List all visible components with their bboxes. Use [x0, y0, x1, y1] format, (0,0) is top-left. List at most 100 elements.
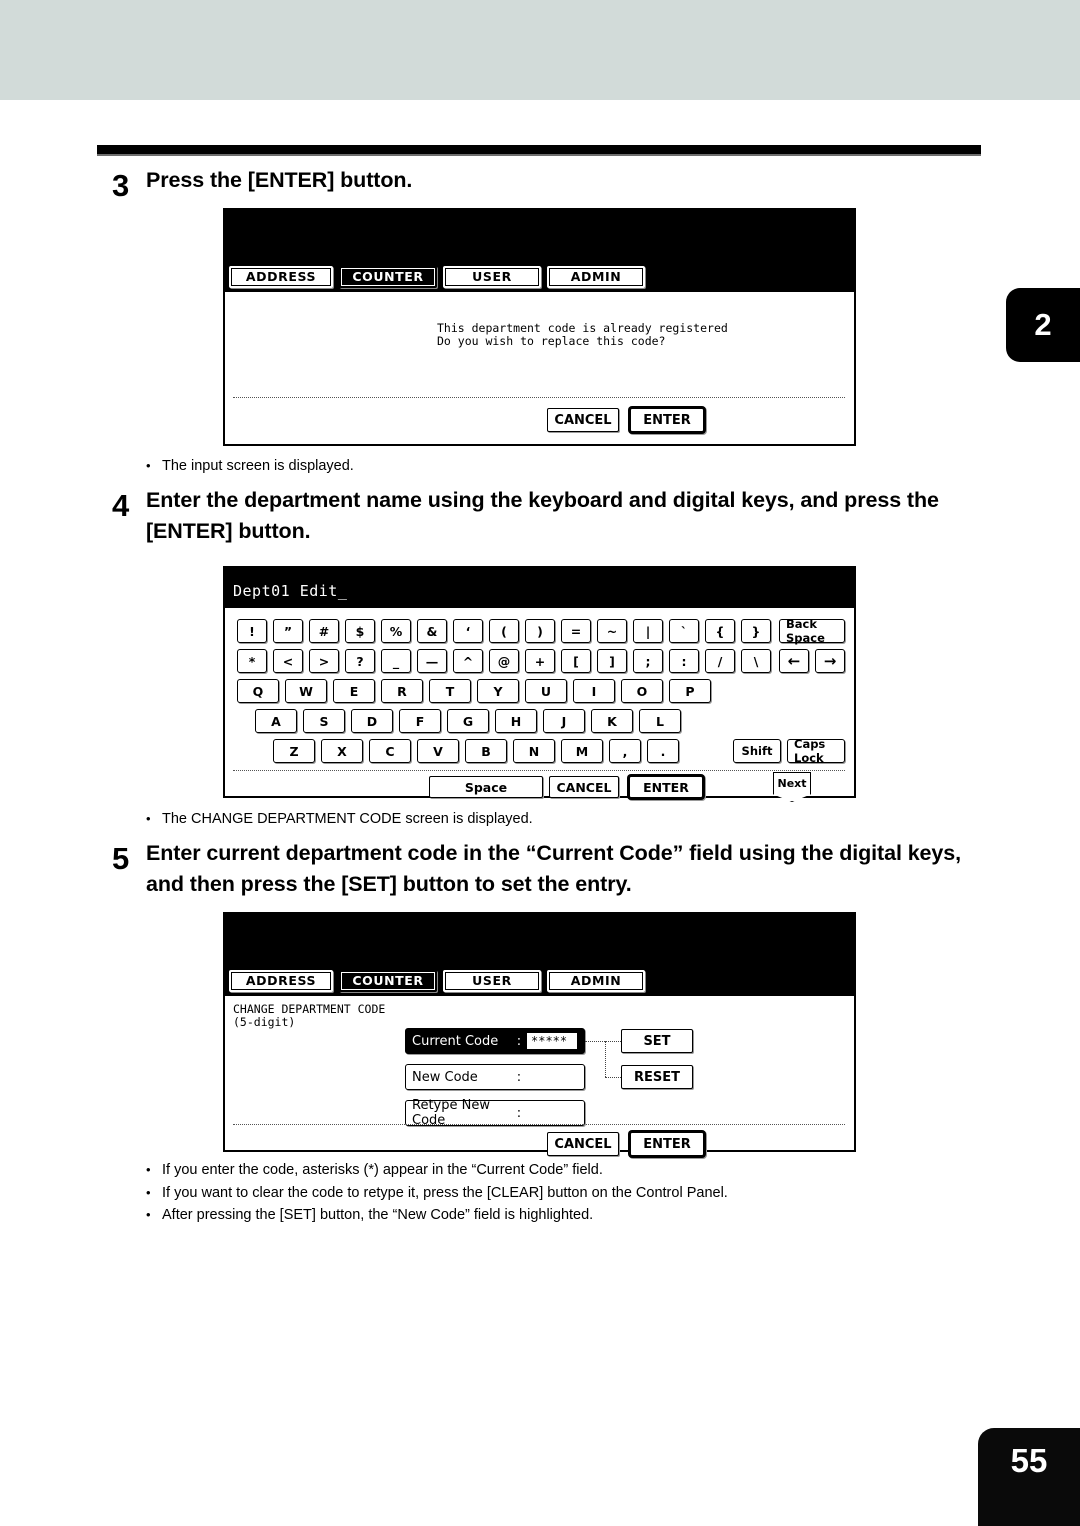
note-after-step-4-text: The CHANGE DEPARTMENT CODE screen is dis… [162, 811, 533, 827]
key-m[interactable]: M [561, 739, 603, 763]
screen-change-code-body: ADDRESS COUNTER USER ADMIN CHANGE DEPART… [225, 970, 854, 1156]
key-h[interactable]: H [495, 709, 537, 733]
key-pipe[interactable]: | [633, 619, 663, 643]
key-space[interactable]: Space [429, 776, 543, 798]
keyboard-enter-button[interactable]: ENTER [629, 776, 703, 798]
key-v[interactable]: V [417, 739, 459, 763]
key-x[interactable]: X [321, 739, 363, 763]
key-b[interactable]: B [465, 739, 507, 763]
key-e[interactable]: E [333, 679, 375, 703]
key-t[interactable]: T [429, 679, 471, 703]
key-w[interactable]: W [285, 679, 327, 703]
change-code-cancel-button[interactable]: CANCEL [547, 1132, 619, 1156]
key-r[interactable]: R [381, 679, 423, 703]
tab-counter[interactable]: COUNTER [339, 970, 437, 992]
confirm-cancel-button[interactable]: CANCEL [547, 408, 619, 432]
key-apostrophe[interactable]: ‘ [453, 619, 483, 643]
key-bracket-close[interactable]: ] [597, 649, 627, 673]
key-shift[interactable]: Shift [733, 739, 781, 763]
current-code-value: ***** [526, 1032, 578, 1050]
key-i[interactable]: I [573, 679, 615, 703]
arrow-right-icon[interactable]: → [815, 649, 845, 673]
retype-new-code-field[interactable]: Retype New Code : [405, 1098, 585, 1128]
key-colon[interactable]: : [669, 649, 699, 673]
note-item: • If you want to clear the code to retyp… [146, 1182, 946, 1205]
reset-button[interactable]: RESET [621, 1065, 693, 1089]
key-brace-close[interactable]: } [741, 619, 771, 643]
connector-vertical [605, 1041, 606, 1077]
key-asterisk[interactable]: * [237, 649, 267, 673]
key-less-than[interactable]: < [273, 649, 303, 673]
step-3-heading: 3 Press the [ENTER] button. [112, 165, 992, 201]
key-caret[interactable]: ^ [453, 649, 483, 673]
retype-new-code-colon: : [516, 1105, 522, 1121]
note-after-step-3-text: The input screen is displayed. [162, 458, 354, 474]
confirm-enter-button[interactable]: ENTER [630, 408, 704, 432]
key-comma[interactable]: , [609, 739, 641, 763]
key-period[interactable]: . [647, 739, 679, 763]
key-c[interactable]: C [369, 739, 411, 763]
key-p[interactable]: P [669, 679, 711, 703]
key-hash[interactable]: # [309, 619, 339, 643]
key-paren-open[interactable]: ( [489, 619, 519, 643]
key-q[interactable]: Q [237, 679, 279, 703]
key-n[interactable]: N [513, 739, 555, 763]
tab-user[interactable]: USER [443, 970, 541, 992]
keyboard-cancel-button[interactable]: CANCEL [549, 776, 619, 798]
key-paren-close[interactable]: ) [525, 619, 555, 643]
step-4-text: Enter the department name using the keyb… [146, 488, 939, 543]
key-s[interactable]: S [303, 709, 345, 733]
key-plus[interactable]: + [525, 649, 555, 673]
key-o[interactable]: O [621, 679, 663, 703]
key-l[interactable]: L [639, 709, 681, 733]
key-dollar[interactable]: $ [345, 619, 375, 643]
key-backslash[interactable]: \ [741, 649, 771, 673]
key-exclam[interactable]: ! [237, 619, 267, 643]
key-underscore[interactable]: _ [381, 649, 411, 673]
key-tilde[interactable]: ~ [597, 619, 627, 643]
key-bracket-open[interactable]: [ [561, 649, 591, 673]
key-y[interactable]: Y [477, 679, 519, 703]
key-a[interactable]: A [255, 709, 297, 733]
key-f[interactable]: F [399, 709, 441, 733]
screen-keyboard: Dept01 Edit_ ! ” # $ % & ‘ ( ) = ~ | ` {… [223, 566, 856, 802]
current-code-field[interactable]: Current Code : ***** [405, 1028, 585, 1054]
key-caps-lock[interactable]: Caps Lock [787, 737, 845, 765]
key-z[interactable]: Z [273, 739, 315, 763]
current-code-label: Current Code [412, 1033, 499, 1049]
tab-user[interactable]: USER [443, 266, 541, 288]
key-at[interactable]: @ [489, 649, 519, 673]
key-backtick[interactable]: ` [669, 619, 699, 643]
change-code-enter-button[interactable]: ENTER [630, 1132, 704, 1156]
tab-address[interactable]: ADDRESS [229, 970, 333, 992]
key-ampersand[interactable]: & [417, 619, 447, 643]
key-brace-open[interactable]: { [705, 619, 735, 643]
key-slash[interactable]: / [705, 649, 735, 673]
key-back-space[interactable]: Back Space [779, 617, 845, 645]
current-code-colon: : [516, 1033, 522, 1049]
key-quote[interactable]: ” [273, 619, 303, 643]
arrow-left-icon[interactable]: ← [779, 649, 809, 673]
tab-admin[interactable]: ADMIN [547, 970, 645, 992]
new-code-field[interactable]: New Code : [405, 1064, 585, 1090]
key-semicolon[interactable]: ; [633, 649, 663, 673]
key-u[interactable]: U [525, 679, 567, 703]
tab-counter[interactable]: COUNTER [339, 266, 437, 288]
key-k[interactable]: K [591, 709, 633, 733]
key-dash[interactable]: — [417, 649, 447, 673]
keyboard-row-symbols-1: ! ” # $ % & ‘ ( ) = ~ | ` { } [237, 619, 777, 643]
key-percent[interactable]: % [381, 619, 411, 643]
note-item: • After pressing the [SET] button, the “… [146, 1204, 946, 1227]
set-button[interactable]: SET [621, 1029, 693, 1053]
key-equals[interactable]: = [561, 619, 591, 643]
key-question[interactable]: ? [345, 649, 375, 673]
key-d[interactable]: D [351, 709, 393, 733]
note-after-step-4: • The CHANGE DEPARTMENT CODE screen is d… [146, 808, 906, 830]
key-greater-than[interactable]: > [309, 649, 339, 673]
key-g[interactable]: G [447, 709, 489, 733]
tab-address[interactable]: ADDRESS [229, 266, 333, 288]
tab-admin[interactable]: ADMIN [547, 266, 645, 288]
key-j[interactable]: J [543, 709, 585, 733]
new-code-colon: : [516, 1069, 522, 1085]
keyboard-next-button[interactable]: Next [773, 772, 811, 802]
